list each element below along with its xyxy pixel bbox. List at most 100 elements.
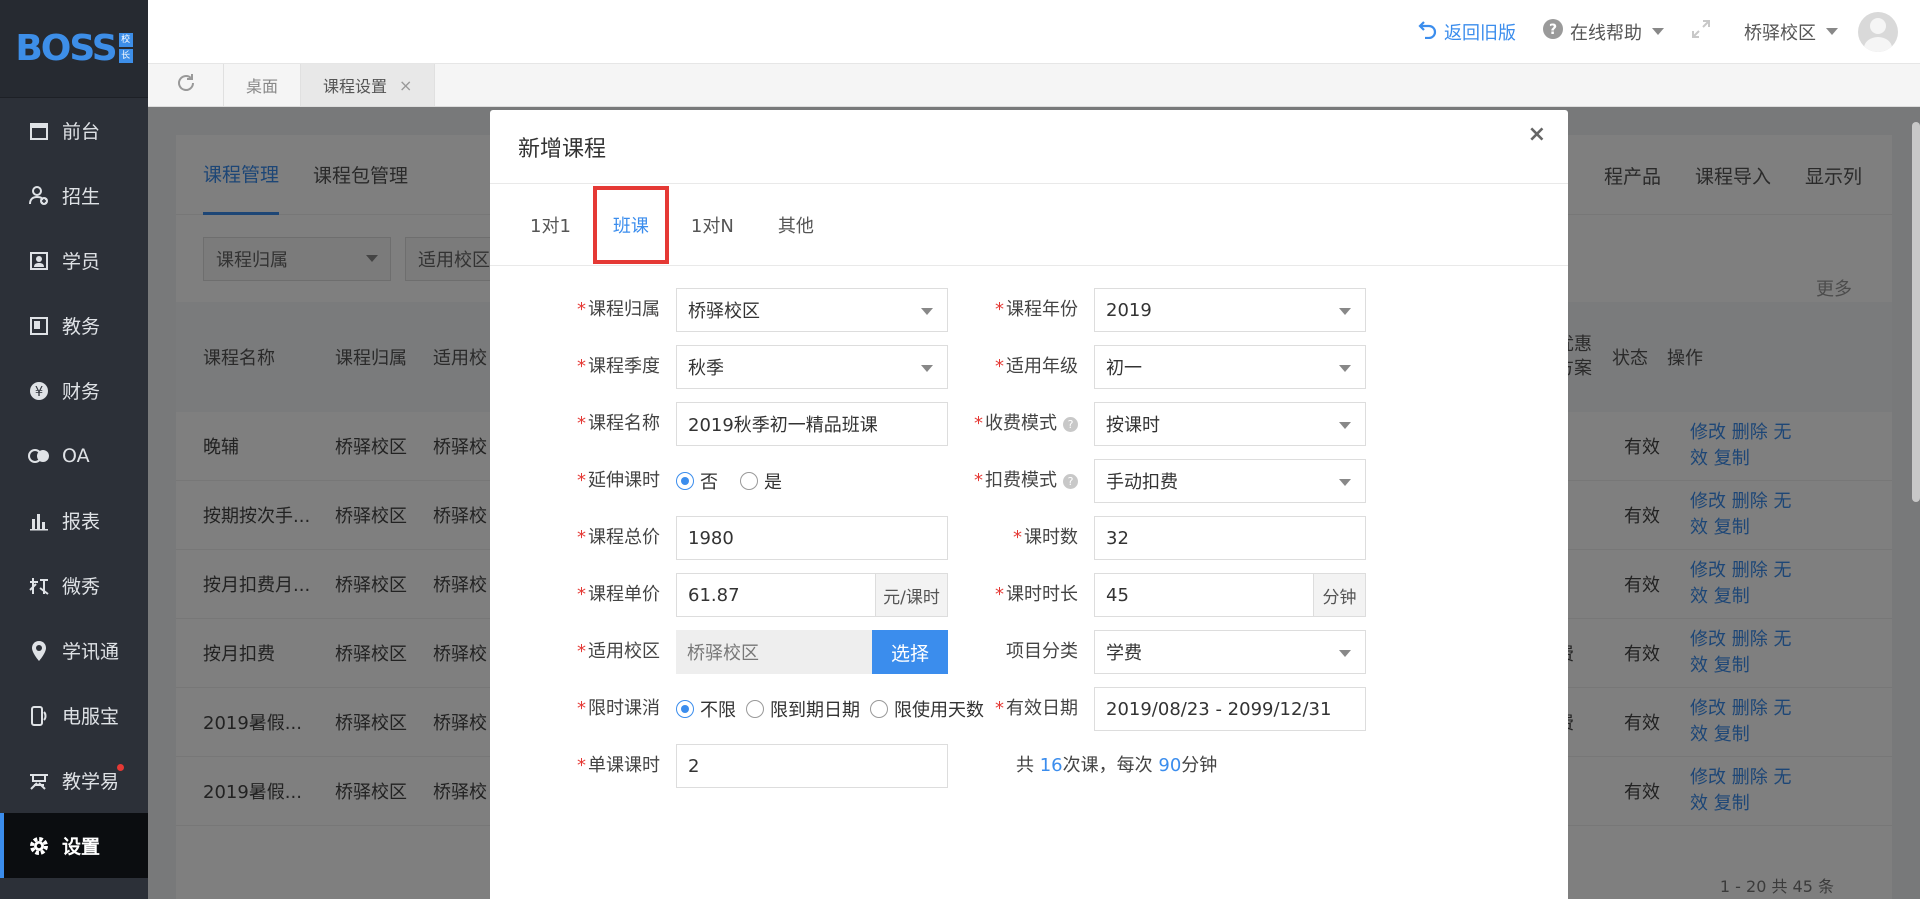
sidebar-item-label: 微秀: [62, 576, 101, 598]
course-name-input[interactable]: 2019秋季初一精品班课: [676, 402, 948, 446]
sidebar-item-label: 前台: [62, 121, 101, 143]
sidebar-nav: 前台 招生 学员 教务 ¥ 财务 OA 报表 微秀 学讯通 电服宝 教学易 设置: [0, 98, 148, 878]
notification-dot: [117, 764, 124, 771]
back-old-version-link[interactable]: 返回旧版: [1418, 19, 1516, 45]
sidebar-item-label: 电服宝: [62, 706, 120, 728]
extend-hours-radio-group: 否 是: [676, 459, 792, 503]
sidebar-item-finance[interactable]: ¥ 财务: [0, 358, 148, 423]
total-price-input[interactable]: 1980: [676, 516, 948, 560]
campus-label: * 适用校区: [577, 641, 660, 662]
tab-class-course[interactable]: 班课: [592, 185, 669, 264]
radio-no[interactable]: 否: [676, 468, 718, 494]
sidebar-item-xuexuntong[interactable]: 学讯通: [0, 618, 148, 683]
tab-one-to-n[interactable]: 1对N: [669, 203, 756, 247]
extend-hours-label: * 延伸课时: [577, 470, 660, 491]
sidebar-item-oa[interactable]: OA: [0, 423, 148, 488]
form-row: * 延伸课时 否 是 * 扣费模式? 手动扣费: [490, 459, 1568, 505]
sidebar-item-settings[interactable]: 设置: [0, 813, 148, 878]
radio-circle: [870, 700, 888, 718]
category-select[interactable]: 学费: [1094, 630, 1366, 674]
sidebar-item-dianfubao[interactable]: 电服宝: [0, 683, 148, 748]
deduct-mode-label: * 扣费模式?: [938, 459, 1078, 503]
sidebar-item-weixiu[interactable]: 微秀: [0, 553, 148, 618]
unit-price-label: * 课程单价: [577, 584, 660, 605]
gear-icon: [28, 835, 50, 857]
avatar[interactable]: [1858, 11, 1898, 52]
sidebar-item-students[interactable]: 学员: [0, 228, 148, 293]
top-header: 返回旧版 ? 在线帮助 桥驿校区: [148, 0, 1920, 64]
chevron-down-icon: [1826, 28, 1838, 35]
valid-date-input[interactable]: 2019/08/23 - 2099/12/31: [1094, 687, 1366, 731]
page-tab-label: 课程设置: [323, 77, 388, 96]
sidebar-item-enroll[interactable]: 招生: [0, 163, 148, 228]
back-old-version-label: 返回旧版: [1444, 22, 1516, 44]
tab-other[interactable]: 其他: [756, 203, 836, 247]
fullscreen-button[interactable]: [1690, 18, 1718, 45]
grade-label: * 适用年级: [995, 356, 1078, 377]
sidebar-item-label: 学讯通: [62, 641, 120, 663]
chevron-down-icon: [1652, 28, 1664, 35]
sidebar-item-label: 教务: [62, 316, 101, 338]
year-select[interactable]: 2019: [1094, 288, 1366, 332]
oa-icon: [28, 445, 50, 467]
close-tab-icon[interactable]: ×: [399, 76, 412, 95]
deduct-mode-select[interactable]: 手动扣费: [1094, 459, 1366, 503]
close-icon[interactable]: ×: [1528, 122, 1546, 147]
radio-circle: [676, 700, 694, 718]
campus-label: 桥驿校区: [1744, 22, 1816, 44]
help-icon: ?: [1063, 473, 1078, 489]
undo-icon: [1418, 19, 1444, 44]
unit-price-input[interactable]: 61.87: [676, 573, 876, 617]
user-add-icon: [28, 185, 50, 207]
radio-circle: [740, 472, 758, 490]
sidebar-item-academic[interactable]: 教务: [0, 293, 148, 358]
form-row: * 课程总价 1980 * 课时数 32: [490, 516, 1568, 562]
season-select[interactable]: 秋季: [676, 345, 948, 389]
page-tab-label: 桌面: [246, 77, 279, 96]
grade-select[interactable]: 初一: [1094, 345, 1366, 389]
refresh-button[interactable]: [148, 64, 224, 106]
form-row: * 适用校区 桥驿校区 选择 项目分类 学费: [490, 630, 1568, 676]
hours-input[interactable]: 32: [1094, 516, 1366, 560]
campus-input: 桥驿校区: [676, 630, 872, 674]
radio-yes[interactable]: 是: [740, 468, 782, 494]
logo-text: BOSS: [15, 28, 117, 69]
hours-label: * 课时数: [1013, 527, 1078, 548]
page-tab-course-settings[interactable]: 课程设置 ×: [301, 64, 436, 106]
sidebar-item-jiaoxueyi[interactable]: 教学易: [0, 748, 148, 813]
app-logo[interactable]: BOSS 校 长: [0, 0, 148, 98]
course-name-label: * 课程名称: [577, 413, 660, 434]
weixiu-icon: [28, 575, 50, 597]
form-row: * 限时课消 不限 限到期日期 限使用天数 * 有效日期 2019/08/23 - …: [490, 687, 1568, 733]
calendar-icon: [28, 120, 50, 142]
yen-icon: ¥: [28, 380, 50, 402]
total-price-label: * 课程总价: [577, 527, 660, 548]
scrollbar[interactable]: [1912, 122, 1920, 502]
bar-chart-icon: [28, 510, 50, 532]
charge-mode-select[interactable]: 按课时: [1094, 402, 1366, 446]
valid-date-label: * 有效日期: [995, 698, 1078, 719]
tab-one-on-one[interactable]: 1对1: [508, 203, 593, 247]
form-row: * 单课课时 2 共 16次课，每次 90分钟: [490, 744, 1568, 790]
sidebar-item-reports[interactable]: 报表: [0, 488, 148, 553]
duration-label: * 课时时长: [995, 584, 1078, 605]
duration-input[interactable]: 45: [1094, 573, 1314, 617]
limit-consume-label: * 限时课消: [577, 698, 660, 719]
campus-switcher[interactable]: 桥驿校区: [1744, 19, 1838, 45]
refresh-icon: [175, 72, 197, 99]
year-label: * 课程年份: [995, 299, 1078, 320]
modal-title: 新增课程: [490, 110, 1568, 184]
radio-until-date[interactable]: 限到期日期: [746, 696, 860, 722]
expand-icon: [1690, 18, 1718, 45]
sidebar-item-frontdesk[interactable]: 前台: [0, 98, 148, 163]
online-help-dropdown[interactable]: ? 在线帮助: [1542, 18, 1664, 45]
page-tab-desktop[interactable]: 桌面: [224, 64, 302, 106]
radio-circle: [676, 472, 694, 490]
form-row: * 课程名称 2019秋季初一精品班课 * 收费模式? 按课时: [490, 402, 1568, 448]
select-campus-button[interactable]: 选择: [872, 630, 948, 674]
sidebar-item-label: 报表: [62, 511, 101, 533]
phone-icon: [28, 705, 50, 727]
owner-select[interactable]: 桥驿校区: [676, 288, 948, 332]
single-hours-input[interactable]: 2: [676, 744, 948, 788]
radio-unlimited[interactable]: 不限: [676, 696, 736, 722]
